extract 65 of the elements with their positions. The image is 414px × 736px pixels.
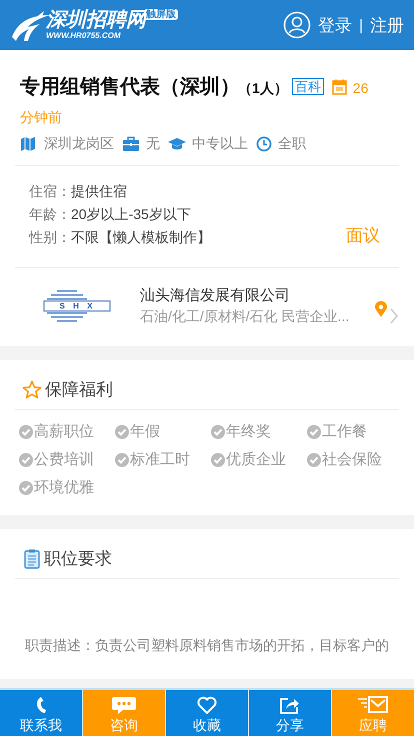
check-icon — [211, 424, 225, 438]
headcount: （1人） — [238, 80, 288, 96]
detail-value: 提供住宿 — [71, 182, 127, 201]
chevron-right-icon — [390, 308, 399, 324]
benefit-tag: 社会保险 — [322, 450, 382, 469]
share-icon — [280, 696, 300, 714]
check-icon — [19, 452, 33, 466]
section-title: 保障福利 — [45, 379, 113, 401]
check-icon — [19, 424, 33, 438]
action-button[interactable]: 收藏 — [166, 690, 248, 736]
job-type: 全职 — [278, 135, 306, 153]
heart-icon — [197, 696, 217, 714]
salary: 面议 — [346, 225, 380, 247]
clipboard-icon — [24, 548, 40, 568]
chat-bubble-icon — [112, 696, 136, 714]
job-education: 中专以上 — [192, 135, 248, 153]
posted-time-number: 26 — [352, 80, 368, 96]
detail-label: 住宿： — [29, 182, 71, 201]
detail-label: 年龄： — [29, 205, 71, 224]
map-icon — [20, 136, 38, 152]
apply-button[interactable]: 应聘 — [332, 690, 414, 736]
company-info: 石油/化工/原材料/石化 民营企业... — [140, 308, 350, 326]
location-pin-icon — [375, 301, 387, 317]
benefit-tag: 年假 — [130, 422, 160, 441]
check-icon — [115, 424, 129, 438]
check-icon — [115, 452, 129, 466]
site-url: WWW.HR0755.COM — [46, 31, 122, 41]
register-link[interactable]: 注册 — [370, 14, 404, 36]
job-location: 深圳龙岗区 — [44, 135, 114, 153]
company-logo-text: S H X — [60, 302, 96, 310]
section-title: 职位要求 — [44, 548, 112, 570]
detail-value: 不限【懒人模板制作】 — [71, 228, 211, 247]
benefit-tag: 标准工时 — [130, 450, 190, 469]
benefit-tag: 优质企业 — [226, 450, 286, 469]
benefit-tag: 工作餐 — [322, 422, 367, 441]
calendar-icon — [332, 79, 347, 95]
benefit-tag: 年终奖 — [226, 422, 271, 441]
check-icon — [307, 452, 321, 466]
benefit-tag: 高薪职位 — [34, 422, 94, 441]
posted-time-unit: 分钟前 — [20, 108, 62, 127]
briefcase-icon — [122, 136, 140, 152]
action-button[interactable]: 联系我 — [0, 690, 82, 736]
phone-icon — [34, 696, 48, 714]
envelope-icon — [358, 696, 388, 713]
action-button[interactable]: 咨询 — [83, 690, 165, 736]
star-icon — [22, 380, 42, 399]
company-name[interactable]: 汕头海信发展有限公司 — [140, 286, 375, 305]
job-title: 专用组销售代表（深圳） — [20, 76, 240, 98]
detail-label: 性别： — [29, 228, 71, 247]
wiki-link[interactable]: 百科 — [292, 78, 324, 95]
check-icon — [307, 424, 321, 438]
check-icon — [19, 480, 33, 494]
graduation-cap-icon — [168, 136, 186, 152]
benefit-tag: 环境优雅 — [34, 478, 94, 497]
login-link[interactable]: 登录 — [318, 14, 352, 36]
action-button[interactable]: 分享 — [249, 690, 331, 736]
separator: | — [359, 16, 363, 34]
detail-value: 20岁以上-35岁以下 — [71, 205, 191, 224]
user-avatar-icon — [283, 11, 312, 39]
check-icon — [211, 452, 225, 466]
job-experience: 无 — [146, 135, 160, 153]
benefit-tag: 公费培训 — [34, 450, 94, 469]
job-description: 职责描述：负责公司塑料原料销售市场的开拓，目标客户的 — [24, 636, 390, 655]
clock-icon — [256, 136, 272, 152]
company-logo — [42, 290, 112, 322]
